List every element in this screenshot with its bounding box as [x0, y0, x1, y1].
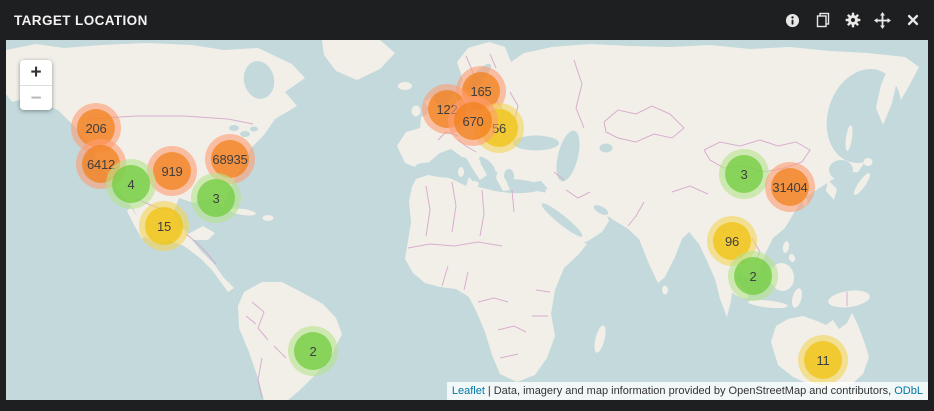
- leaflet-link[interactable]: Leaflet: [452, 385, 485, 397]
- cluster-layer: 2066412919689354315165122566703314049622…: [6, 40, 928, 400]
- cluster-count: 31404: [772, 180, 807, 195]
- close-icon: [906, 13, 920, 27]
- zoom-in-button[interactable]: +: [20, 60, 52, 85]
- cluster-count: 2: [749, 269, 756, 284]
- cluster-count: 96: [725, 234, 739, 249]
- cluster-marker[interactable]: 3: [719, 149, 769, 199]
- settings-button[interactable]: [841, 9, 864, 32]
- panel-title: TARGET LOCATION: [14, 13, 148, 28]
- close-button[interactable]: [901, 9, 924, 32]
- cluster-marker[interactable]: 3: [191, 173, 241, 223]
- zoom-control: + −: [20, 60, 52, 110]
- cluster-count: 11: [816, 353, 829, 368]
- cluster-count: 2: [309, 344, 316, 359]
- gear-icon: [845, 12, 861, 28]
- cluster-marker[interactable]: 2: [728, 251, 778, 301]
- cluster-count: 3: [740, 167, 747, 182]
- cluster-marker[interactable]: 2: [288, 326, 338, 376]
- map-attribution: Leaflet|Data, imagery and map informatio…: [447, 382, 928, 400]
- cluster-marker[interactable]: 670: [448, 96, 498, 146]
- cluster-count: 3: [212, 191, 219, 206]
- zoom-out-button[interactable]: −: [20, 85, 52, 110]
- cluster-count: 919: [161, 164, 182, 179]
- cluster-marker[interactable]: 4: [106, 159, 156, 209]
- panel-toolbar: [781, 9, 924, 32]
- panel-header: TARGET LOCATION: [0, 0, 934, 40]
- duplicate-icon: [815, 12, 831, 28]
- cluster-count: 68935: [212, 152, 247, 167]
- target-location-panel: TARGET LOCATION: [0, 0, 934, 411]
- odbl-link[interactable]: ODbL: [894, 385, 923, 397]
- move-icon: [874, 12, 891, 29]
- attribution-text: Data, imagery and map information provid…: [494, 385, 726, 397]
- info-icon: [785, 13, 800, 28]
- attribution-separator: |: [488, 385, 491, 397]
- cluster-count: 206: [85, 121, 106, 136]
- map-container[interactable]: 2066412919689354315165122566703314049622…: [6, 40, 928, 400]
- cluster-count: 4: [127, 177, 134, 192]
- attribution-osm: OpenStreetMap: [729, 385, 807, 397]
- attribution-suffix: and contributors,: [809, 385, 891, 397]
- cluster-marker[interactable]: 11: [798, 335, 848, 385]
- cluster-marker[interactable]: 31404: [765, 162, 815, 212]
- duplicate-button[interactable]: [811, 9, 834, 32]
- move-button[interactable]: [871, 9, 894, 32]
- info-button[interactable]: [781, 9, 804, 32]
- cluster-count: 670: [462, 114, 483, 129]
- cluster-count: 15: [157, 219, 171, 234]
- cluster-marker[interactable]: 15: [139, 201, 189, 251]
